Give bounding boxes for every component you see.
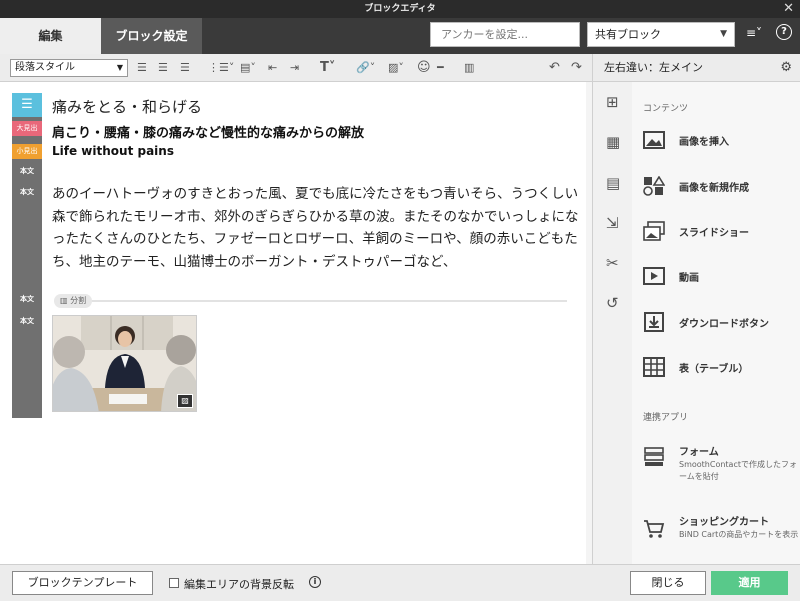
emoji-icon[interactable]: ☺ bbox=[417, 60, 431, 76]
chevron-down-icon: ▼ bbox=[116, 63, 123, 72]
cart-icon bbox=[644, 520, 665, 538]
import-icon[interactable]: ⇲ bbox=[606, 215, 619, 231]
table-icon bbox=[643, 357, 665, 377]
apply-button[interactable]: 適用 bbox=[711, 571, 788, 595]
item-desc: BiND Cartの商品やカートを表示 bbox=[679, 530, 799, 539]
close-button[interactable]: 閉じる bbox=[630, 571, 706, 595]
indent-increase-icon[interactable]: ⇥ bbox=[290, 60, 299, 76]
video-icon bbox=[643, 267, 665, 285]
anchor-input[interactable] bbox=[430, 22, 580, 47]
form-app-item[interactable]: フォーム SmoothContactで作成したフォームを貼付 bbox=[643, 440, 797, 481]
small-heading-text[interactable]: Life without pains bbox=[52, 144, 174, 158]
body-text[interactable]: あのイーハトーヴォのすきとおった風、夏でも底に冷たさをもつ青いそら、うつくしい森… bbox=[52, 183, 580, 273]
image-icon[interactable]: ▨ bbox=[177, 394, 193, 408]
item-label: ダウンロードボタン bbox=[679, 319, 769, 330]
item-label: スライドショー bbox=[679, 228, 749, 239]
item-label: ショッピングカート bbox=[679, 517, 769, 528]
link-icon[interactable]: 🔗˅ bbox=[356, 60, 375, 76]
body-badge[interactable]: 本文 bbox=[12, 292, 42, 306]
small-heading-badge[interactable]: 小見出 bbox=[12, 144, 42, 159]
paragraph-badge-icon[interactable]: ☰ bbox=[12, 93, 42, 117]
photo-block[interactable]: ▨ bbox=[52, 315, 197, 412]
info-icon[interactable]: i bbox=[309, 576, 321, 588]
section-apps: 連携アプリ bbox=[643, 413, 689, 423]
body-badge[interactable]: 本文 bbox=[12, 164, 42, 178]
list-icon[interactable]: ⋮☰˅ bbox=[208, 60, 234, 76]
image-icon[interactable]: ▨˅ bbox=[388, 60, 404, 76]
block-style-icon[interactable]: ▤˅ bbox=[240, 60, 256, 76]
chevron-down-icon: ▼ bbox=[720, 29, 727, 39]
download-icon bbox=[644, 312, 664, 332]
big-heading-badge[interactable]: 大見出 bbox=[12, 121, 42, 136]
layout-header: 左右違い：左メイン ⚙ bbox=[592, 54, 800, 82]
menu-icon[interactable]: ≡˅ bbox=[746, 26, 762, 40]
editor-scrollbar[interactable] bbox=[586, 82, 592, 564]
divider-line bbox=[54, 300, 567, 302]
bg-invert-checkbox[interactable] bbox=[169, 578, 179, 588]
layout-label: 左右違い：左メイン bbox=[604, 61, 703, 74]
big-heading-text[interactable]: 肩こり・腰痛・膝の痛みなど慢性的な痛みからの解放 bbox=[52, 122, 364, 141]
block-editor-window: ブロックエディタ ✕ 編集 ブロック設定 共有ブロック ▼ ≡˅ ? 段落スタイ… bbox=[0, 0, 800, 601]
item-label: 画像を新規作成 bbox=[679, 183, 749, 194]
paragraph-style-select[interactable]: 段落スタイル ▼ bbox=[10, 59, 128, 77]
shapes-icon bbox=[643, 176, 665, 196]
bg-invert-label: 編集エリアの背景反転 bbox=[184, 578, 294, 591]
tools-icon[interactable]: ✂ bbox=[606, 255, 619, 271]
undo-icon[interactable]: ↶ bbox=[549, 60, 560, 76]
divider-tag: ▥ 分割 bbox=[54, 294, 93, 308]
consultation-photo bbox=[53, 316, 196, 411]
slideshow-icon bbox=[643, 221, 665, 241]
shopping-cart-item[interactable]: ショッピングカート BiND Cartの商品やカートを表示 bbox=[643, 510, 798, 550]
columns-icon[interactable]: ▥ bbox=[464, 60, 474, 76]
divider-label: 分割 bbox=[70, 296, 87, 305]
font-icon[interactable]: T˅ bbox=[320, 60, 335, 76]
section-contents: コンテンツ bbox=[643, 104, 689, 114]
grid-icon[interactable]: ▦ bbox=[606, 134, 620, 150]
panel-rail: ⊞ ▦ ▤ ⇲ ✂ ↺ bbox=[592, 82, 632, 564]
item-label: 画像を挿入 bbox=[679, 137, 729, 148]
indent-decrease-icon[interactable]: ⇤ bbox=[268, 60, 277, 76]
shared-block-select[interactable]: 共有ブロック ▼ bbox=[587, 22, 735, 47]
tab-block-settings[interactable]: ブロック設定 bbox=[101, 18, 202, 54]
tab-edit[interactable]: 編集 bbox=[0, 18, 101, 54]
paragraph-text[interactable]: 痛みをとる・和らげる bbox=[52, 96, 202, 117]
item-label: フォーム bbox=[679, 447, 719, 458]
title-bar: ブロックエディタ ✕ bbox=[0, 0, 800, 18]
align-center-icon[interactable]: ☰ bbox=[158, 60, 168, 76]
align-right-icon[interactable]: ☰ bbox=[180, 60, 190, 76]
item-label: 表（テーブル） bbox=[679, 364, 749, 375]
add-block-icon[interactable]: ⊞ bbox=[606, 94, 619, 110]
shared-block-label: 共有ブロック bbox=[595, 28, 661, 41]
close-icon[interactable]: ✕ bbox=[783, 0, 794, 18]
gear-icon[interactable]: ⚙ bbox=[780, 54, 792, 82]
align-left-icon[interactable]: ☰ bbox=[137, 60, 147, 76]
help-icon[interactable]: ? bbox=[776, 24, 792, 40]
form-icon bbox=[644, 447, 664, 466]
history-icon[interactable]: ↺ bbox=[606, 295, 619, 311]
paragraph-style-label: 段落スタイル bbox=[15, 62, 75, 73]
block-gutter bbox=[12, 93, 42, 418]
body-badge[interactable]: 本文 bbox=[12, 314, 42, 328]
item-desc: SmoothContactで作成したフォームを貼付 bbox=[679, 460, 797, 481]
document-icon[interactable]: ▤ bbox=[606, 175, 620, 191]
window-title: ブロックエディタ bbox=[364, 4, 436, 14]
divider-block[interactable]: ▥ 分割 bbox=[54, 294, 567, 308]
horizontal-rule-icon[interactable]: ━ bbox=[437, 60, 444, 76]
redo-icon[interactable]: ↷ bbox=[571, 60, 582, 76]
item-label: 動画 bbox=[679, 273, 699, 284]
image-icon bbox=[643, 131, 665, 149]
block-template-button[interactable]: ブロックテンプレート bbox=[12, 571, 153, 595]
body-badge[interactable]: 本文 bbox=[12, 185, 42, 199]
